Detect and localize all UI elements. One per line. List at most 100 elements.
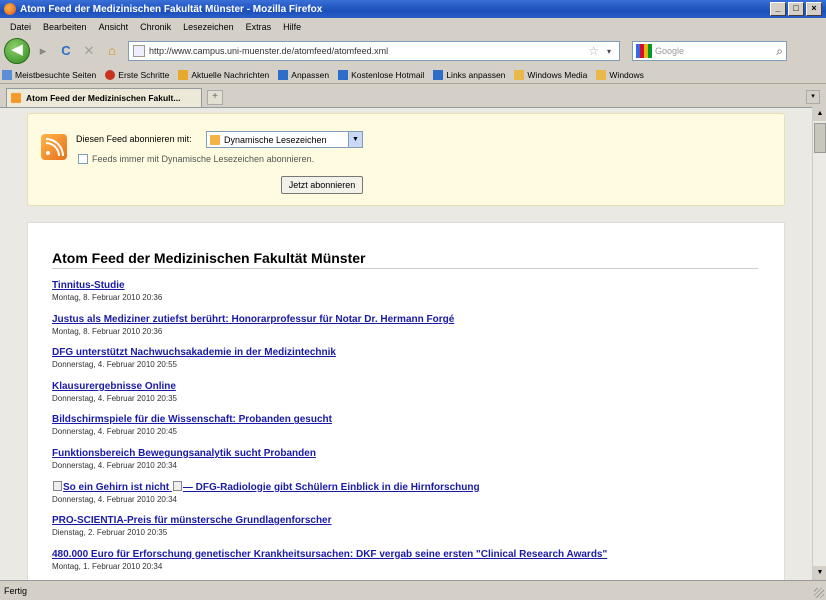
reload-button[interactable]: C [56, 41, 76, 61]
scroll-thumb[interactable] [814, 123, 826, 153]
bookmark-icon [2, 69, 12, 80]
feed-entry: DFG unterstützt Nachwuchsakademie in der… [52, 346, 758, 380]
broken-image-icon [172, 480, 182, 491]
feed-entry: Bildschirmspiele für die Wissenschaft: P… [52, 413, 758, 447]
menu-lesezeichen[interactable]: Lesezeichen [177, 22, 240, 32]
ie-icon [338, 69, 349, 80]
menu-extras[interactable]: Extras [240, 22, 278, 32]
bookmark-star-icon[interactable]: ☆ [588, 44, 599, 58]
bookmark-label: Windows Media [527, 69, 588, 80]
entry-link[interactable]: DFG unterstützt Nachwuchsakademie in der… [52, 346, 758, 360]
menu-ansicht[interactable]: Ansicht [93, 22, 135, 32]
bookmarks-toolbar: Meistbesuchte Seiten Erste Schritte Aktu… [0, 66, 826, 84]
bookmark-label: Anpassen [291, 69, 330, 80]
window-controls: _ □ × [770, 2, 822, 16]
forward-button[interactable]: ▸ [33, 41, 53, 61]
close-button[interactable]: × [806, 2, 822, 16]
scroll-up-button[interactable]: ▲ [813, 107, 826, 121]
broken-image-icon [53, 480, 62, 491]
entry-date: Dienstag, 2. Februar 2010 20:35 [52, 528, 168, 538]
entry-link[interactable]: Bildschirmspiele für die Wissenschaft: P… [52, 413, 758, 427]
tab-atom-feed[interactable]: Atom Feed der Medizinischen Fakult... [6, 88, 202, 107]
scroll-down-button[interactable]: ▼ [813, 566, 826, 580]
page-content: Diesen Feed abonnieren mit: Dynamische L… [0, 107, 812, 580]
vertical-scrollbar[interactable]: ▲ ▼ [812, 107, 826, 580]
url-bar[interactable]: http://www.campus.uni-muenster.de/atomfe… [128, 41, 620, 61]
new-tab-button[interactable]: + [207, 90, 223, 105]
bookmark-item[interactable]: Windows Media [514, 69, 588, 80]
feed-entry: Funktionsbereich Bewegungsanalytik sucht… [52, 447, 758, 481]
bookmark-item[interactable]: Meistbesuchte Seiten [2, 69, 97, 80]
folder-icon [596, 69, 607, 80]
bookmark-label: Kostenlose Hotmail [351, 69, 425, 80]
reader-select-value: Dynamische Lesezeichen [224, 134, 327, 145]
rss-icon [41, 134, 67, 160]
back-button[interactable]: ◀ [4, 38, 30, 64]
bookmark-label: Erste Schritte [118, 69, 170, 80]
entry-date: Montag, 1. Februar 2010 20:34 [52, 561, 163, 571]
tab-list-button[interactable]: ▾ [806, 90, 820, 104]
search-bar[interactable]: Google ⌕ [632, 41, 787, 61]
menu-bearbeiten[interactable]: Bearbeiten [37, 22, 93, 32]
bookmark-item[interactable]: Erste Schritte [105, 69, 170, 80]
bookmark-label: Aktuelle Nachrichten [191, 69, 270, 80]
entry-link-text: — DFG-Radiologie gibt Schülern Einblick … [182, 481, 480, 493]
navigation-toolbar: ◀ ▸ C ✕ ⌂ http://www.campus.uni-muenster… [0, 36, 826, 66]
bookmark-item[interactable]: Windows [596, 69, 644, 80]
search-icon[interactable]: ⌕ [776, 44, 783, 59]
entry-date: Donnerstag, 4. Februar 2010 20:34 [52, 494, 177, 504]
url-text[interactable]: http://www.campus.uni-muenster.de/atomfe… [149, 46, 584, 56]
menu-chronik[interactable]: Chronik [134, 22, 177, 32]
entry-link[interactable]: Justus als Mediziner zutiefst berührt: H… [52, 313, 758, 327]
url-history-dropdown[interactable]: ▾ [603, 47, 615, 56]
entry-date: Montag, 8. Februar 2010 20:36 [52, 326, 163, 336]
title-bar: Atom Feed der Medizinischen Fakultät Mün… [0, 0, 826, 18]
reader-select[interactable]: Dynamische Lesezeichen ▼ [206, 131, 363, 148]
folder-icon [178, 69, 189, 80]
bookmark-item[interactable]: Kostenlose Hotmail [338, 69, 425, 80]
maximize-button[interactable]: □ [788, 2, 804, 16]
search-placeholder[interactable]: Google [655, 46, 776, 56]
bookmark-item[interactable]: Aktuelle Nachrichten [178, 69, 270, 80]
entry-date: Donnerstag, 4. Februar 2010 20:34 [52, 460, 177, 470]
site-icon [133, 45, 145, 57]
chevron-down-icon[interactable]: ▼ [348, 132, 362, 147]
bookmark-folder-icon [210, 134, 220, 145]
menu-datei[interactable]: Datei [4, 22, 37, 32]
home-button[interactable]: ⌂ [102, 41, 122, 61]
always-subscribe-label[interactable]: Feeds immer mit Dynamische Lesezeichen a… [92, 154, 314, 164]
feed-entry: Justus als Mediziner zutiefst berührt: H… [52, 313, 758, 347]
subscribe-button[interactable]: Jetzt abonnieren [281, 176, 363, 194]
menu-hilfe[interactable]: Hilfe [277, 22, 307, 32]
status-text: Fertig [4, 585, 28, 596]
bookmark-item[interactable]: Links anpassen [433, 69, 505, 80]
feed-entries: Tinnitus-Studie Montag, 8. Februar 2010 … [52, 279, 758, 580]
feed-entry: Klausurergebnisse Online Donnerstag, 4. … [52, 380, 758, 414]
entry-date: Donnerstag, 4. Februar 2010 20:55 [52, 360, 177, 370]
tab-label: Atom Feed der Medizinischen Fakult... [26, 93, 181, 103]
entry-link[interactable]: So ein Gehirn ist nicht — DFG-Radiologie… [52, 480, 758, 495]
feed-panel: Atom Feed der Medizinischen Fakultät Mün… [27, 222, 785, 580]
always-subscribe-checkbox[interactable] [78, 154, 88, 164]
firefox-icon [4, 3, 16, 15]
entry-link[interactable]: Klausurergebnisse Online [52, 380, 758, 394]
ie-icon [278, 69, 289, 80]
bookmark-item[interactable]: Anpassen [278, 69, 330, 80]
feed-entry: Tinnitus-Studie Montag, 8. Februar 2010 … [52, 279, 758, 313]
bookmark-label: Windows [609, 69, 644, 80]
bookmark-label: Meistbesuchte Seiten [15, 69, 97, 80]
resize-grip[interactable] [814, 588, 824, 598]
stop-button[interactable]: ✕ [79, 41, 99, 61]
entry-link[interactable]: Funktionsbereich Bewegungsanalytik sucht… [52, 447, 758, 461]
entry-date: Donnerstag, 4. Februar 2010 20:35 [52, 393, 177, 403]
google-icon[interactable] [636, 44, 652, 58]
entry-link[interactable]: PRO-SCIENTIA-Preis für münstersche Grund… [52, 514, 758, 528]
feed-entry: PRO-SCIENTIA-Preis für münstersche Grund… [52, 514, 758, 548]
minimize-button[interactable]: _ [770, 2, 786, 16]
entry-link[interactable]: Tinnitus-Studie [52, 279, 758, 293]
divider [52, 268, 758, 269]
window-title: Atom Feed der Medizinischen Fakultät Mün… [20, 3, 323, 15]
subscribe-label: Diesen Feed abonnieren mit: [76, 134, 192, 144]
folder-icon [514, 69, 525, 80]
entry-link[interactable]: 480.000 Euro für Erforschung genetischer… [52, 548, 758, 562]
